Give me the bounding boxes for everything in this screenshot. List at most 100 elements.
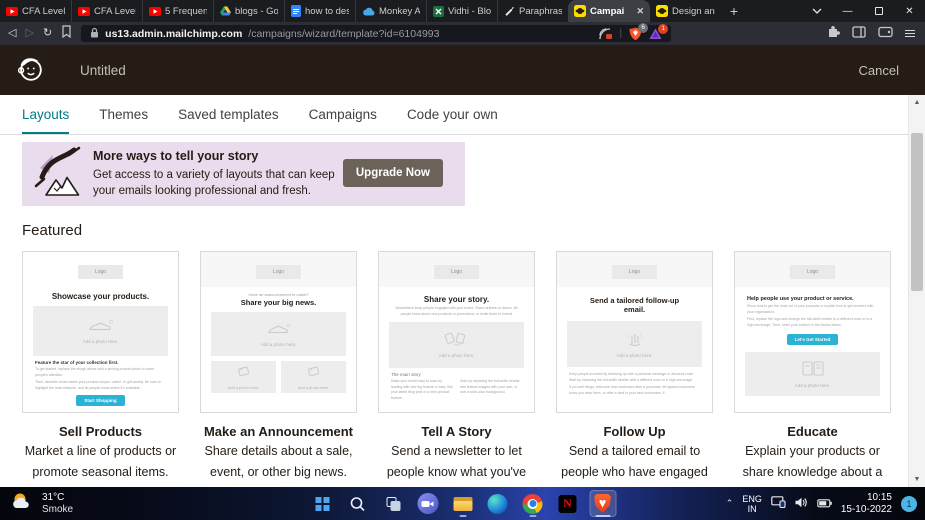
browser-tab[interactable]: blogs - Goo	[213, 0, 284, 22]
browser-tab[interactable]: Vidhi - Blog	[426, 0, 497, 22]
language-switcher[interactable]: ENG IN	[742, 494, 762, 514]
browser-tab[interactable]: Paraphrasin	[497, 0, 568, 22]
forward-button[interactable]: ▷	[25, 28, 33, 39]
browser-tab[interactable]: Monkey Ads	[355, 0, 426, 22]
tab-campaigns[interactable]: Campaigns	[309, 107, 377, 134]
wallet-icon[interactable]	[878, 25, 893, 43]
preview-paragraph: If you sell things, welcome new customer…	[569, 385, 700, 396]
tab-code-your-own[interactable]: Code your own	[407, 107, 498, 134]
template-preview[interactable]: Logo Share your story. Newsletters keep …	[378, 251, 535, 413]
volume-icon[interactable]	[795, 495, 808, 513]
photo-placeholder-label: Add a photo here.	[261, 342, 297, 347]
weather-condition: Smoke	[42, 504, 73, 515]
upgrade-now-button[interactable]: Upgrade Now	[343, 159, 443, 187]
tab-close-icon[interactable]: ✕	[636, 6, 644, 17]
template-preview[interactable]: Logo Have an announcement to make? Share…	[200, 251, 357, 413]
browser-tab-active[interactable]: Campai ✕	[568, 0, 650, 22]
pen-icon	[504, 6, 515, 17]
template-preview[interactable]: Logo Send a tailored follow-up email. Ad…	[556, 251, 713, 413]
maximize-button[interactable]	[863, 0, 894, 22]
bookmark-icon[interactable]	[61, 25, 72, 43]
video-chat-icon	[417, 493, 438, 514]
card-title[interactable]: Tell A Story	[378, 424, 535, 439]
preview-cta-button: Start Shopping	[76, 395, 124, 406]
card-title[interactable]: Sell Products	[22, 424, 179, 439]
preview-columns: Make your email easy to scan by leading …	[391, 379, 522, 401]
battery-icon[interactable]	[817, 495, 832, 513]
banner-title: More ways to tell your story	[93, 149, 345, 163]
template-cards: Logo Showcase your products. Add a photo…	[22, 251, 925, 504]
search-button[interactable]	[344, 490, 371, 517]
tab-label: Vidhi - Blog	[448, 6, 491, 17]
card-title[interactable]: Educate	[734, 424, 891, 439]
preview-heading: Share your story.	[387, 295, 526, 304]
scroll-up-icon[interactable]: ▲	[909, 95, 925, 110]
edge-browser-button[interactable]	[484, 490, 511, 517]
clock-time: 10:15	[841, 492, 892, 504]
new-tab-button[interactable]: +	[721, 0, 747, 22]
cast-device-icon[interactable]	[771, 495, 786, 513]
minimize-button[interactable]: —	[832, 0, 863, 22]
browser-tab[interactable]: CFA Level 1	[0, 0, 71, 22]
tab-saved-templates[interactable]: Saved templates	[178, 107, 279, 134]
preview-heading: Share your big news.	[209, 298, 348, 307]
taskbar-weather-widget[interactable]: 31°C Smoke	[10, 491, 73, 516]
chat-button[interactable]	[414, 490, 441, 517]
youtube-icon	[149, 7, 161, 16]
file-explorer-button[interactable]	[449, 490, 476, 517]
wireframe-icon	[802, 361, 824, 381]
tab-themes[interactable]: Themes	[99, 107, 148, 134]
lock-icon	[90, 27, 99, 41]
reload-button[interactable]: ↻	[43, 28, 52, 39]
tab-label: CFA Level 1	[22, 6, 65, 17]
card-title[interactable]: Follow Up	[556, 424, 713, 439]
scrollbar-thumb[interactable]	[911, 133, 923, 291]
close-button[interactable]: ✕	[894, 0, 925, 22]
tab-layouts[interactable]: Layouts	[22, 107, 69, 134]
banner-body: Get access to a variety of layouts that …	[93, 167, 345, 199]
netflix-button[interactable]: N	[554, 490, 581, 517]
docs-icon	[291, 5, 301, 17]
brave-browser-button[interactable]	[589, 490, 616, 517]
excel-icon	[433, 6, 444, 17]
template-card-make-an-announcement: Logo Have an announcement to make? Share…	[200, 251, 357, 504]
task-view-button[interactable]	[379, 490, 406, 517]
tab-search-chevron-icon[interactable]	[801, 0, 832, 22]
tab-label: Monkey Ads	[379, 6, 420, 17]
chrome-browser-button[interactable]	[519, 490, 546, 517]
cancel-button[interactable]: Cancel	[859, 63, 899, 78]
extensions-puzzle-icon[interactable]	[826, 24, 840, 43]
browser-tab[interactable]: Design an E	[650, 0, 721, 22]
browser-tab[interactable]: CFA Level 1	[71, 0, 142, 22]
url-host: us13.admin.mailchimp.com	[105, 28, 242, 40]
start-button[interactable]	[309, 490, 336, 517]
template-preview[interactable]: Logo Help people use your product or ser…	[734, 251, 891, 413]
window-controls: — ✕	[801, 0, 925, 22]
browser-tab[interactable]: how to desi	[284, 0, 355, 22]
hand-icon	[626, 330, 644, 351]
brave-shield-icon[interactable]: 6	[629, 27, 642, 41]
mailchimp-logo-icon[interactable]	[14, 52, 46, 89]
url-field[interactable]: us13.admin.mailchimp.com/campaigns/wizar…	[81, 25, 671, 42]
photo-placeholder: Add a photo here.	[745, 352, 880, 396]
rewards-count-badge: 1	[658, 24, 668, 34]
vertical-scrollbar[interactable]: ▲ ▼	[908, 95, 925, 487]
logo-placeholder: Logo	[78, 265, 123, 279]
menu-icon[interactable]	[905, 28, 915, 39]
photo-placeholder: Add a photo here.	[567, 321, 702, 367]
preview-paragraph: Then, describe what makes your product u…	[35, 380, 166, 391]
brave-rewards-icon[interactable]: 1	[649, 28, 662, 40]
notification-count-badge[interactable]: 1	[901, 496, 917, 512]
cast-blocked-icon[interactable]	[599, 28, 613, 40]
preview-paragraph: First, replace the logo and change the f…	[747, 317, 878, 328]
template-preview[interactable]: Logo Showcase your products. Add a photo…	[22, 251, 179, 413]
scroll-down-icon[interactable]: ▼	[909, 472, 925, 487]
browser-tab[interactable]: 5 Frequently	[142, 0, 213, 22]
template-card-sell-products: Logo Showcase your products. Add a photo…	[22, 251, 179, 504]
sidebar-icon[interactable]	[852, 25, 866, 43]
taskbar-tray: ⌃ ENG IN 10:15 15-10-2022 1	[726, 487, 917, 520]
back-button[interactable]: ◁	[8, 28, 16, 39]
taskbar-clock[interactable]: 10:15 15-10-2022	[841, 492, 892, 516]
card-title[interactable]: Make an Announcement	[200, 424, 357, 439]
hidden-icons-chevron[interactable]: ⌃	[726, 498, 734, 509]
